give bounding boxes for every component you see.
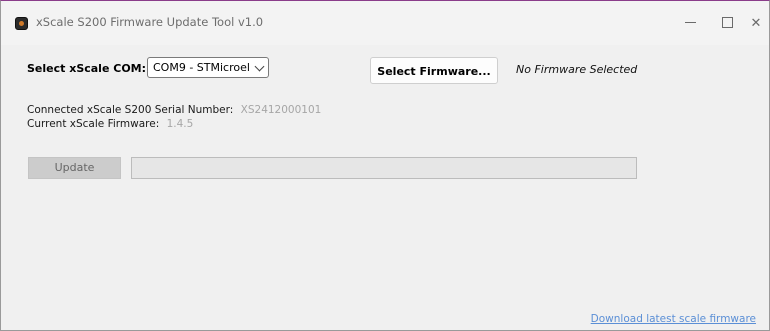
firmware-status: No Firmware Selected (516, 63, 638, 76)
com-port-value: COM9 - STMicroel (153, 61, 250, 74)
select-firmware-button[interactable]: Select Firmware... (370, 57, 498, 84)
app-icon (15, 17, 28, 30)
update-progress-bar (131, 157, 637, 179)
serial-number-value: XS2412000101 (240, 104, 322, 116)
close-icon: ✕ (750, 16, 762, 31)
firmware-version-value: 1.4.5 (166, 118, 194, 130)
app-window: xScale S200 Firmware Update Tool v1.0 ✕ … (0, 0, 770, 331)
title-bar[interactable]: xScale S200 Firmware Update Tool v1.0 ✕ (1, 1, 769, 45)
serial-number-row: Connected xScale S200 Serial Number: XS2… (27, 104, 321, 116)
close-button[interactable]: ✕ (742, 11, 770, 37)
serial-number-label: Connected xScale S200 Serial Number: (27, 104, 234, 116)
update-button[interactable]: Update (28, 157, 121, 179)
chevron-down-icon (254, 61, 265, 72)
firmware-version-label: Current xScale Firmware: (27, 118, 160, 130)
maximize-button[interactable] (713, 11, 741, 37)
firmware-version-row: Current xScale Firmware: 1.4.5 (27, 118, 193, 130)
minimize-button[interactable] (676, 11, 704, 37)
download-firmware-link[interactable]: Download latest scale firmware (591, 313, 756, 325)
com-label: Select xScale COM: (27, 62, 147, 75)
com-port-select[interactable]: COM9 - STMicroel (147, 57, 269, 78)
minimize-icon (684, 21, 696, 23)
window-title: xScale S200 Firmware Update Tool v1.0 (36, 15, 264, 29)
maximize-icon (721, 16, 733, 28)
